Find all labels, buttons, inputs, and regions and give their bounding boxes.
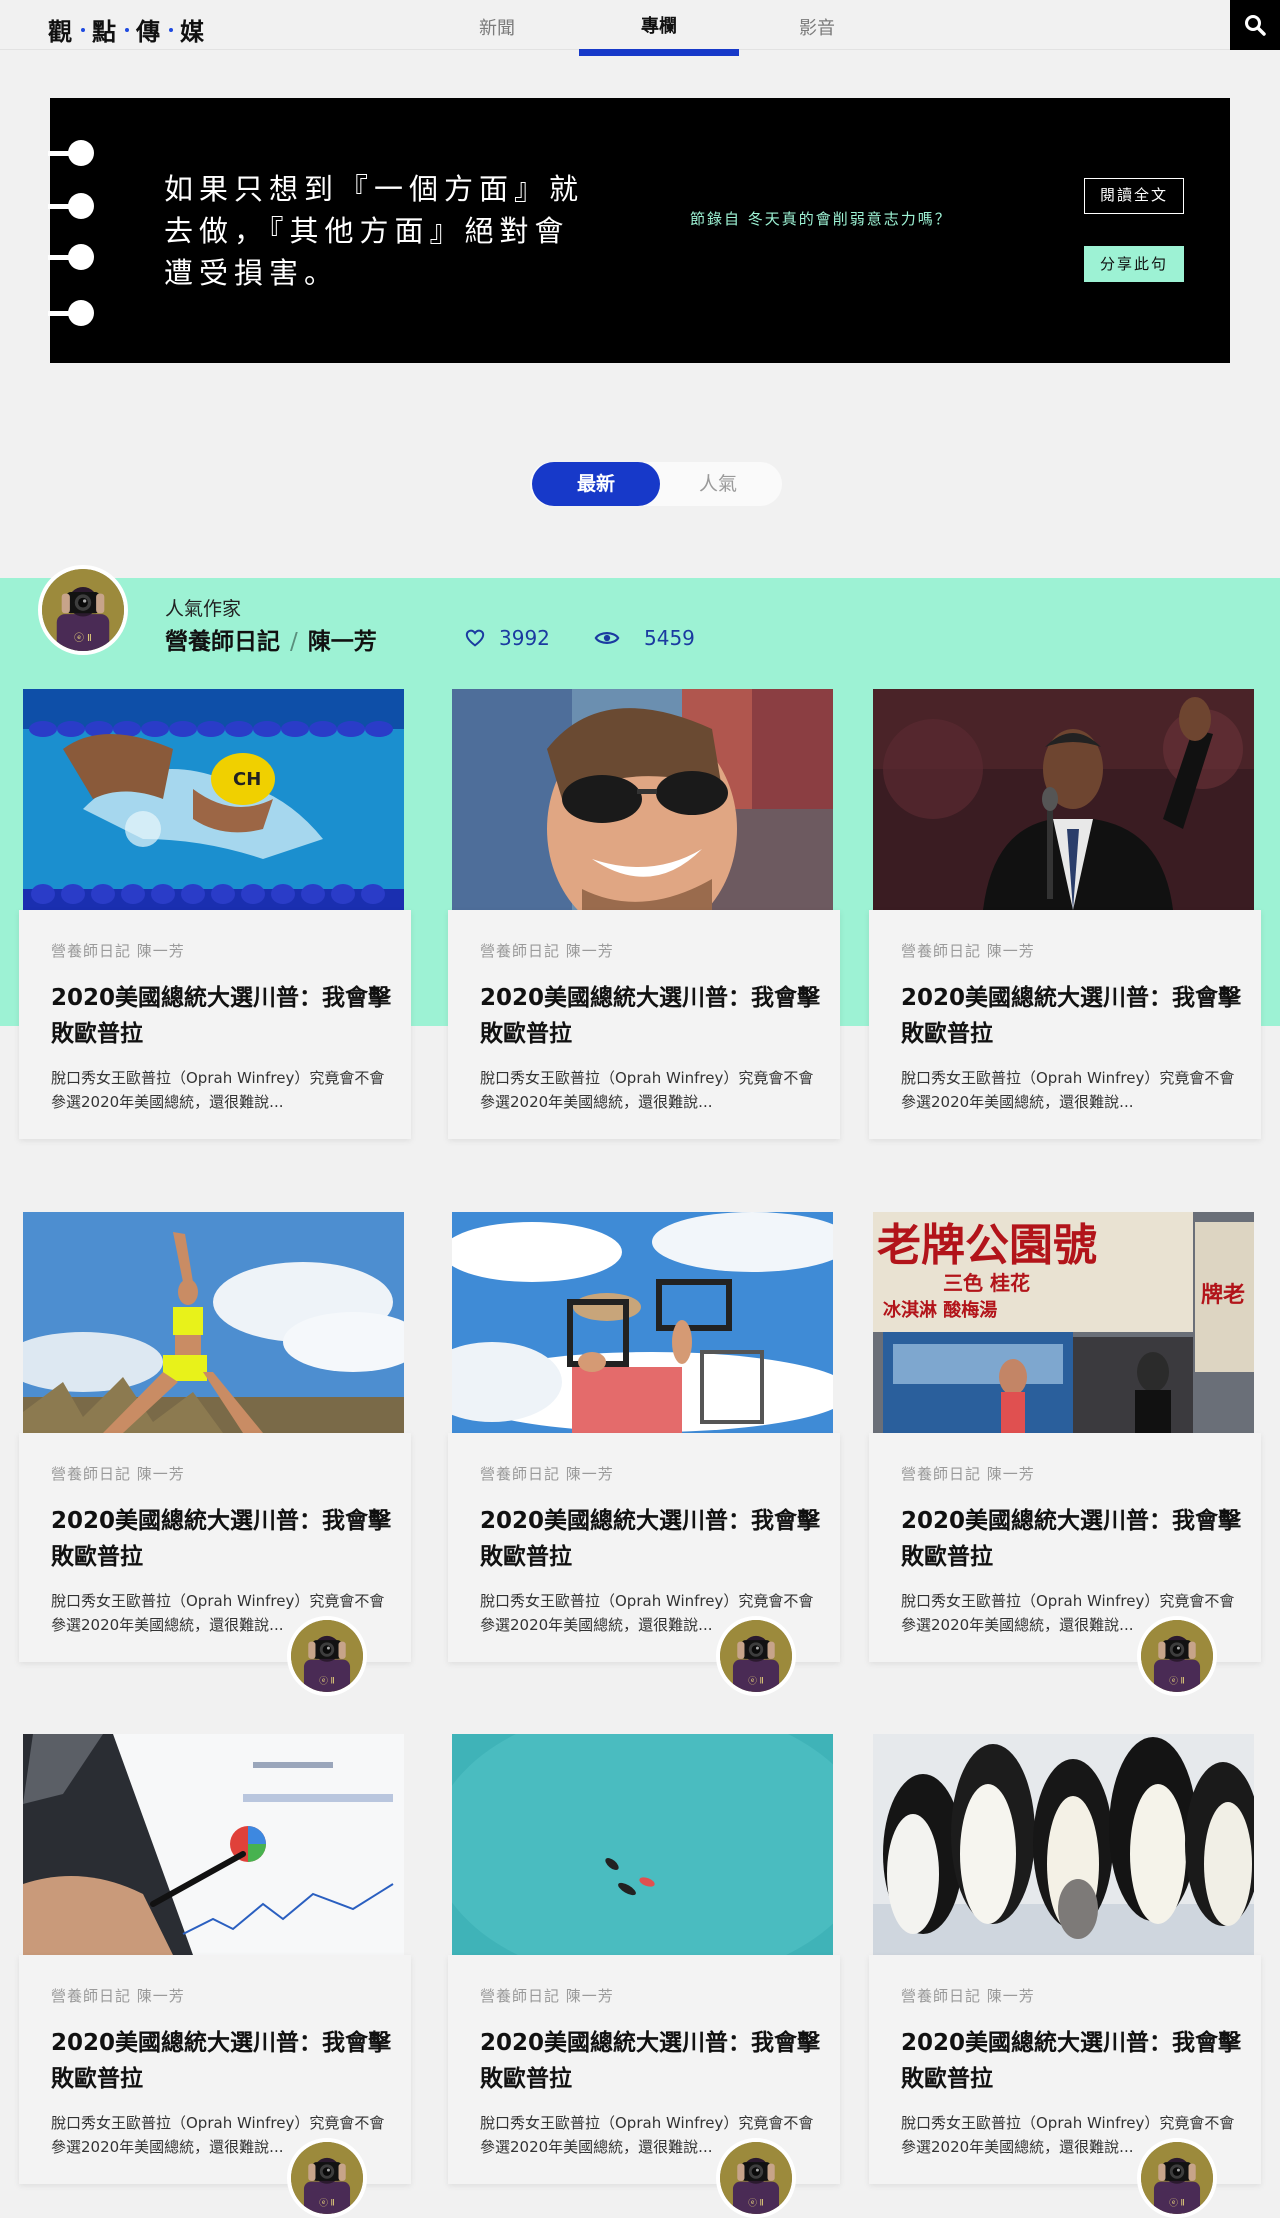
- read-full-button[interactable]: 閱讀全文: [1084, 178, 1184, 214]
- likes-stat: 3992: [465, 626, 550, 650]
- shop-sign-sub2: 冰淇淋 酸梅湯: [883, 1299, 997, 1321]
- logo-dot: [169, 27, 173, 32]
- card-title[interactable]: 2020美國總統大選川普：我會擊敗歐普拉: [51, 980, 391, 1052]
- card-body: 營養師日記 陳一芳 2020美國總統大選川普：我會擊敗歐普拉 脫口秀女王歐普拉（…: [869, 1433, 1261, 1696]
- card-body: 營養師日記 陳一芳 2020美國總統大選川普：我會擊敗歐普拉 脫口秀女王歐普拉（…: [448, 910, 840, 1139]
- card-excerpt: 脫口秀女王歐普拉（Oprah Winfrey）究竟會不會參選2020年美國總統，…: [480, 1069, 814, 1111]
- card-title[interactable]: 2020美國總統大選川普：我會擊敗歐普拉: [480, 980, 820, 1052]
- card-excerpt: 脫口秀女王歐普拉（Oprah Winfrey）究竟會不會參選2020年美國總統，…: [51, 1592, 385, 1634]
- quote-source[interactable]: 節錄自 冬天真的會削弱意志力嗎？: [690, 208, 952, 229]
- card-body: 營養師日記 陳一芳 2020美國總統大選川普：我會擊敗歐普拉 脫口秀女王歐普拉（…: [19, 1955, 411, 2218]
- binder-ring: [48, 140, 94, 166]
- author-heading: 營養師日記 / 陳一芳: [165, 622, 377, 656]
- card-meta: 營養師日記 陳一芳: [480, 1987, 614, 2005]
- card-meta: 營養師日記 陳一芳: [51, 1465, 185, 1483]
- card-body: 營養師日記 陳一芳 2020美國總統大選川普：我會擊敗歐普拉 脫口秀女王歐普拉（…: [448, 1433, 840, 1696]
- card-title[interactable]: 2020美國總統大選川普：我會擊敗歐普拉: [51, 2025, 391, 2097]
- card-body: 營養師日記 陳一芳 2020美國總統大選川普：我會擊敗歐普拉 脫口秀女王歐普拉（…: [869, 910, 1261, 1139]
- card-image[interactable]: [23, 1212, 404, 1433]
- card-body: 營養師日記 陳一芳 2020美國總統大選川普：我會擊敗歐普拉 脫口秀女王歐普拉（…: [448, 1955, 840, 2218]
- logo-char: 點: [92, 18, 118, 46]
- card-image[interactable]: CH: [23, 689, 404, 910]
- card-meta: 營養師日記 陳一芳: [480, 1465, 614, 1483]
- card-excerpt: 脫口秀女王歐普拉（Oprah Winfrey）究竟會不會參選2020年美國總統，…: [480, 2114, 814, 2156]
- logo-dot: [125, 27, 129, 32]
- card-meta: 營養師日記 陳一芳: [480, 942, 614, 960]
- card-title[interactable]: 2020美國總統大選川普：我會擊敗歐普拉: [51, 1503, 391, 1575]
- card-image[interactable]: [452, 1212, 833, 1433]
- quote-banner: 如果只想到『一個方面』就去做，『其他方面』絕對會遭受損害。 節錄自 冬天真的會削…: [48, 98, 1230, 363]
- card-meta: 營養師日記 陳一芳: [51, 1987, 185, 2005]
- card-title[interactable]: 2020美國總統大選川普：我會擊敗歐普拉: [480, 1503, 820, 1575]
- search-button[interactable]: [1230, 0, 1280, 50]
- views-count: 5459: [644, 626, 695, 650]
- card-image[interactable]: [23, 1734, 404, 1955]
- card-excerpt: 脫口秀女王歐普拉（Oprah Winfrey）究竟會不會參選2020年美國總統，…: [480, 1592, 814, 1634]
- card-meta: 營養師日記 陳一芳: [901, 1465, 1035, 1483]
- card-excerpt: 脫口秀女王歐普拉（Oprah Winfrey）究竟會不會參選2020年美國總統，…: [51, 1069, 385, 1111]
- card-excerpt: 脫口秀女王歐普拉（Oprah Winfrey）究竟會不會參選2020年美國總統，…: [901, 1592, 1235, 1634]
- search-icon: [1245, 15, 1266, 36]
- name-separator: /: [290, 629, 298, 655]
- card-title[interactable]: 2020美國總統大選川普：我會擊敗歐普拉: [901, 2025, 1241, 2097]
- shop-sign-sub: 三色 桂花: [943, 1271, 1030, 1295]
- card-body: 營養師日記 陳一芳 2020美國總統大選川普：我會擊敗歐普拉 脫口秀女王歐普拉（…: [19, 910, 411, 1139]
- tab-news[interactable]: 新聞: [417, 0, 577, 56]
- author-avatar[interactable]: [38, 565, 128, 655]
- card-body: 營養師日記 陳一芳 2020美國總統大選川普：我會擊敗歐普拉 脫口秀女王歐普拉（…: [869, 1955, 1261, 2218]
- card-meta: 營養師日記 陳一芳: [901, 1987, 1035, 2005]
- shop-sign-main: 老牌公園號: [877, 1220, 1097, 1271]
- sort-toggle: 人氣 最新: [530, 462, 782, 506]
- logo-char: 傳: [136, 18, 162, 46]
- card-image[interactable]: [452, 689, 833, 910]
- logo-char: 媒: [180, 18, 206, 46]
- column-name[interactable]: 營養師日記: [165, 629, 280, 655]
- likes-count: 3992: [499, 626, 550, 650]
- share-quote-button[interactable]: 分享此句: [1084, 246, 1184, 282]
- card-meta: 營養師日記 陳一芳: [901, 942, 1035, 960]
- heart-icon: [465, 629, 485, 647]
- tab-columns[interactable]: 專欄: [579, 0, 739, 56]
- quote-text: 如果只想到『一個方面』就去做，『其他方面』絕對會遭受損害。: [164, 172, 585, 290]
- card-excerpt: 脫口秀女王歐普拉（Oprah Winfrey）究竟會不會參選2020年美國總統，…: [901, 1069, 1235, 1111]
- card-excerpt: 脫口秀女王歐普拉（Oprah Winfrey）究竟會不會參選2020年美國總統，…: [51, 2114, 385, 2156]
- card-excerpt: 脫口秀女王歐普拉（Oprah Winfrey）究竟會不會參選2020年美國總統，…: [901, 2114, 1235, 2156]
- card-title[interactable]: 2020美國總統大選川普：我會擊敗歐普拉: [480, 2025, 820, 2097]
- card-body: 營養師日記 陳一芳 2020美國總統大選川普：我會擊敗歐普拉 脫口秀女王歐普拉（…: [19, 1433, 411, 1696]
- svg-text:CH: CH: [233, 769, 261, 790]
- toggle-latest[interactable]: 最新: [532, 462, 660, 506]
- top-bar: 觀 點 傳 媒 新聞 專欄 影音: [0, 0, 1280, 56]
- shop-sign-side: 牌老: [1201, 1282, 1245, 1308]
- binder-ring: [48, 193, 94, 219]
- card-image[interactable]: [873, 1734, 1254, 1955]
- logo-dot: [81, 27, 85, 32]
- card-image[interactable]: [873, 689, 1254, 910]
- card-image[interactable]: [452, 1734, 833, 1955]
- card-image[interactable]: 老牌公園號 三色 桂花 冰淇淋 酸梅湯 牌老: [873, 1212, 1254, 1433]
- toggle-popular[interactable]: 人氣: [654, 462, 782, 506]
- tab-video[interactable]: 影音: [737, 0, 897, 56]
- eye-icon: [594, 632, 620, 644]
- logo-char: 觀: [48, 18, 74, 46]
- binder-ring: [48, 300, 94, 326]
- binder-ring: [48, 244, 94, 270]
- card-title[interactable]: 2020美國總統大選川普：我會擊敗歐普拉: [901, 980, 1241, 1052]
- site-logo[interactable]: 觀 點 傳 媒: [48, 12, 206, 47]
- author-tag: 人氣作家: [165, 598, 242, 620]
- card-meta: 營養師日記 陳一芳: [51, 942, 185, 960]
- views-stat: 5459: [594, 626, 695, 650]
- author-name[interactable]: 陳一芳: [308, 629, 377, 655]
- card-title[interactable]: 2020美國總統大選川普：我會擊敗歐普拉: [901, 1503, 1241, 1575]
